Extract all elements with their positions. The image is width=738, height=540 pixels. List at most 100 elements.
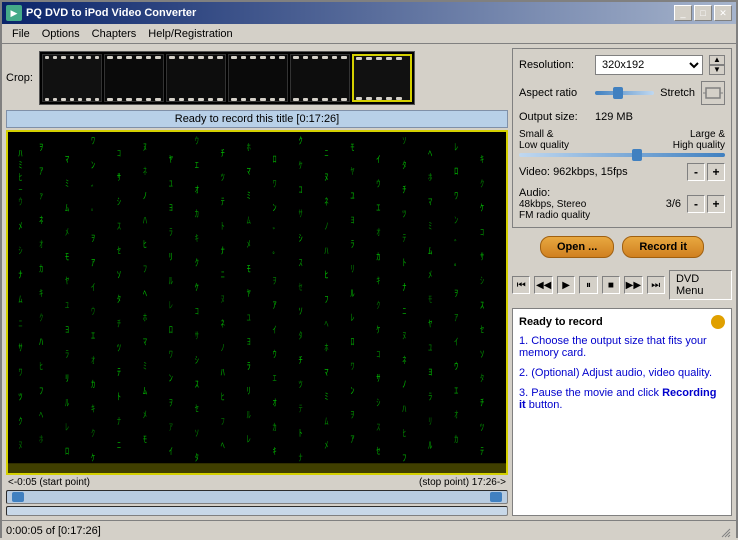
aspect-ratio-slider[interactable] bbox=[595, 91, 654, 95]
svg-text:ﾀ: ﾀ bbox=[402, 160, 406, 172]
menu-chapters[interactable]: Chapters bbox=[86, 26, 143, 42]
svg-text:ﾁ: ﾁ bbox=[402, 184, 407, 196]
timeline-slider[interactable] bbox=[6, 490, 508, 504]
svg-text:ﾘ: ﾘ bbox=[350, 263, 354, 275]
timeline-start-label: <-0:05 (start point) bbox=[8, 477, 90, 488]
svg-text:ﾍ: ﾍ bbox=[324, 318, 329, 330]
svg-text:ﾁ: ﾁ bbox=[480, 397, 485, 409]
timeline-thumb-start[interactable] bbox=[12, 492, 24, 502]
svg-text:ﾟ: ﾟ bbox=[273, 251, 277, 263]
svg-text:ﾐ: ﾐ bbox=[18, 160, 22, 172]
maximize-button[interactable]: □ bbox=[694, 5, 712, 21]
svg-text:ｱ: ｱ bbox=[273, 300, 278, 312]
progress-slider[interactable] bbox=[6, 506, 508, 516]
step-back-button[interactable]: ◀◀ bbox=[534, 276, 552, 294]
aspect-ratio-thumb[interactable] bbox=[613, 87, 623, 99]
minimize-button[interactable]: _ bbox=[674, 5, 692, 21]
svg-text:ｸ: ｸ bbox=[18, 416, 22, 428]
timeline-thumb-end[interactable] bbox=[490, 492, 502, 502]
resolution-row: Resolution: 320x192 240x160 480x320 ▲ ▼ bbox=[519, 55, 725, 75]
audio-minus-button[interactable]: - bbox=[687, 195, 705, 213]
open-button[interactable]: Open ... bbox=[540, 236, 614, 258]
svg-text:ﾚ: ﾚ bbox=[454, 142, 459, 154]
step-fwd-button[interactable]: ▶▶ bbox=[624, 276, 642, 294]
svg-text:ｼ: ｼ bbox=[299, 233, 304, 245]
film-frame-6 bbox=[352, 54, 412, 102]
audio-controls: 3/6 - + bbox=[662, 195, 725, 213]
svg-text:ｿ: ｿ bbox=[195, 428, 200, 440]
menu-help[interactable]: Help/Registration bbox=[142, 26, 238, 42]
dvd-menu-button[interactable]: DVD Menu bbox=[669, 270, 732, 300]
svg-text:ｿ: ｿ bbox=[480, 349, 485, 361]
svg-text:ﾎ: ﾎ bbox=[428, 172, 433, 184]
svg-text:ﾊ: ﾊ bbox=[324, 245, 329, 257]
status-time: 0:00:05 of [0:17:26] bbox=[6, 525, 101, 537]
quality-thumb[interactable] bbox=[632, 149, 642, 161]
svg-text:ｴ: ｴ bbox=[454, 385, 459, 397]
timeline-labels: <-0:05 (start point) (stop point) 17:26-… bbox=[6, 477, 508, 488]
video-plus-button[interactable]: + bbox=[707, 163, 725, 181]
close-button[interactable]: ✕ bbox=[714, 5, 732, 21]
svg-text:ﾚ: ﾚ bbox=[169, 300, 174, 312]
resolution-up-button[interactable]: ▲ bbox=[709, 55, 725, 65]
svg-text:ﾀ: ﾀ bbox=[480, 373, 484, 385]
pause-button[interactable]: ⏸ bbox=[579, 276, 597, 294]
svg-text:ｸ: ｸ bbox=[480, 178, 484, 190]
svg-text:ｲ: ｲ bbox=[273, 324, 277, 336]
svg-text:ﾄ: ﾄ bbox=[402, 257, 406, 269]
svg-text:ｱ: ｱ bbox=[350, 434, 355, 446]
svg-text:ﾖ: ﾖ bbox=[65, 324, 69, 336]
filmstrip bbox=[39, 51, 415, 105]
svg-text:ﾊ: ﾊ bbox=[221, 367, 226, 379]
svg-text:ﾞ: ﾞ bbox=[91, 184, 95, 196]
info-header: Ready to record bbox=[519, 315, 725, 329]
svg-text:ﾃ: ﾃ bbox=[299, 403, 304, 415]
svg-text:ﾙ: ﾙ bbox=[247, 410, 252, 422]
svg-text:ﾘ: ﾘ bbox=[65, 373, 69, 385]
menu-options[interactable]: Options bbox=[36, 26, 86, 42]
svg-text:ﾞ: ﾞ bbox=[454, 239, 458, 251]
film-frame-4 bbox=[228, 54, 288, 102]
video-minus-button[interactable]: - bbox=[687, 163, 705, 181]
svg-text:ﾑ: ﾑ bbox=[65, 203, 70, 215]
svg-text:ｻ: ｻ bbox=[299, 209, 304, 221]
svg-text:ﾇ: ﾇ bbox=[143, 142, 147, 154]
svg-text:ﾃ: ﾃ bbox=[221, 196, 226, 208]
stop-button[interactable]: ■ bbox=[602, 276, 620, 294]
svg-text:ｳ: ｳ bbox=[195, 136, 200, 148]
svg-text:ｵ: ｵ bbox=[376, 227, 381, 239]
audio-plus-button[interactable]: + bbox=[707, 195, 725, 213]
svg-text:ﾀ: ﾀ bbox=[299, 330, 303, 342]
info-title: Ready to record bbox=[519, 316, 603, 328]
svg-text:ｲ: ｲ bbox=[454, 337, 458, 349]
svg-text:ｺ: ｺ bbox=[376, 349, 380, 361]
svg-text:ﾚ: ﾚ bbox=[247, 434, 252, 446]
record-button[interactable]: Record it bbox=[622, 236, 704, 258]
play-button[interactable]: ▶ bbox=[557, 276, 575, 294]
svg-text:ﾒ: ﾒ bbox=[247, 239, 251, 251]
svg-text:ﾛ: ﾛ bbox=[65, 446, 69, 458]
svg-text:ｵ: ｵ bbox=[39, 239, 44, 251]
svg-text:ﾃ: ﾃ bbox=[117, 367, 122, 379]
skip-fwd-button[interactable]: ⏭ bbox=[647, 276, 665, 294]
svg-text:ﾁ: ﾁ bbox=[221, 148, 226, 160]
resolution-down-button[interactable]: ▼ bbox=[709, 65, 725, 75]
svg-text:ﾅ: ﾅ bbox=[299, 452, 304, 464]
menu-file[interactable]: File bbox=[6, 26, 36, 42]
skip-back-button[interactable]: ⏮ bbox=[512, 276, 530, 294]
svg-text:ﾉ: ﾉ bbox=[143, 190, 147, 202]
audio-info: Audio: 48kbps, Stereo FM radio quality bbox=[519, 187, 662, 221]
svg-text:ﾋ: ﾋ bbox=[402, 428, 406, 440]
svg-text:ｦ: ｦ bbox=[169, 397, 173, 409]
svg-text:ﾋ: ﾋ bbox=[39, 361, 43, 373]
window-title: PQ DVD to iPod Video Converter bbox=[26, 7, 196, 19]
svg-text:ｷ: ｷ bbox=[273, 446, 278, 458]
resize-grip[interactable] bbox=[716, 523, 732, 539]
film-frame-3 bbox=[166, 54, 226, 102]
stretch-icon[interactable] bbox=[701, 81, 725, 105]
quality-slider[interactable] bbox=[519, 153, 725, 157]
video-info: Video: 962kbps, 15fps bbox=[519, 166, 687, 178]
svg-text:ﾘ: ﾘ bbox=[247, 385, 251, 397]
resolution-select[interactable]: 320x192 240x160 480x320 bbox=[595, 55, 703, 75]
svg-text:ﾛ: ﾛ bbox=[273, 154, 277, 166]
